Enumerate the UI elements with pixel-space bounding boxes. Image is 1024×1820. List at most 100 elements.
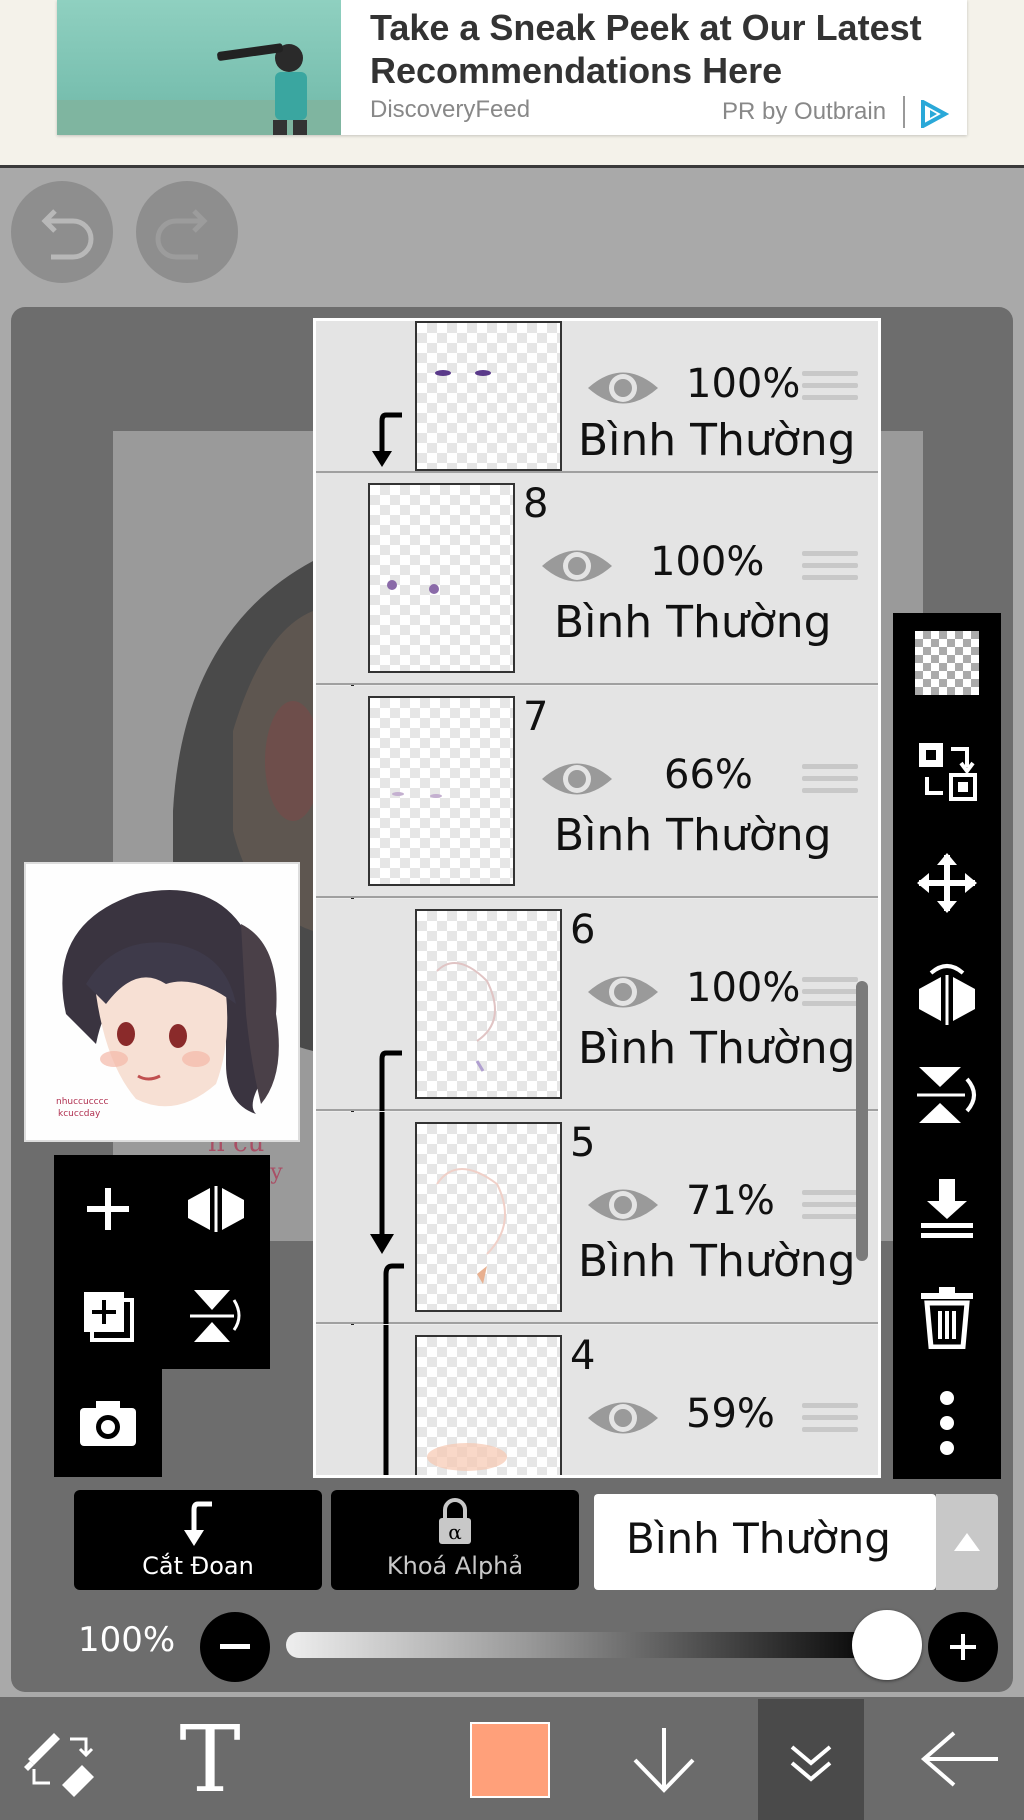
text-tool-button[interactable]: T [160, 1697, 260, 1820]
layer-tools-grid-bottom [54, 1369, 162, 1477]
visibility-eye-icon[interactable] [586, 1395, 660, 1441]
minus-icon [220, 1644, 250, 1649]
move-down-button[interactable] [614, 1697, 714, 1820]
camera-import-button[interactable] [54, 1369, 162, 1476]
move-layer-button[interactable] [893, 833, 1001, 933]
text-tool-icon: T [179, 1719, 240, 1799]
layer-opacity: 66% [664, 752, 753, 798]
double-chevron-down-icon [790, 1745, 832, 1782]
layer-list-scrollbar[interactable] [856, 981, 868, 1261]
visibility-eye-icon[interactable] [540, 756, 614, 802]
swap-layer-button[interactable] [893, 721, 1001, 821]
layer-row[interactable]: 5 71% Bình Thường [316, 1112, 878, 1324]
ad-banner[interactable]: Take a Sneak Peek at Our Latest Recommen… [0, 0, 1024, 168]
triangle-up-icon [954, 1533, 980, 1551]
drag-handle-icon[interactable] [802, 1190, 858, 1220]
drag-handle-icon[interactable] [802, 371, 858, 401]
flip-horizontal-icon [919, 964, 975, 1025]
ad-card[interactable]: Take a Sneak Peek at Our Latest Recommen… [57, 0, 967, 135]
more-options-button[interactable] [893, 1373, 1001, 1473]
ad-image[interactable] [57, 0, 341, 135]
layer-opacity: 100% [650, 539, 765, 585]
delete-layer-button[interactable] [893, 1267, 1001, 1367]
ad-divider [903, 96, 905, 128]
blend-mode-select[interactable]: Bình Thường [594, 1494, 936, 1590]
drag-handle-icon[interactable] [802, 764, 858, 794]
canvas-preview-thumbnail[interactable]: nhuccucccc kcuccday [24, 862, 300, 1142]
trash-icon [921, 1287, 973, 1349]
current-color-swatch[interactable] [470, 1722, 550, 1798]
layer-thumbnail[interactable] [415, 1122, 562, 1312]
layer-opacity: 100% [686, 965, 801, 1011]
back-button[interactable] [910, 1697, 1010, 1820]
layer-list-panel[interactable]: 100% Bình Thường 8 100% Bình Thường 7 66… [313, 318, 881, 1478]
visibility-eye-icon[interactable] [586, 1182, 660, 1228]
visibility-eye-icon[interactable] [586, 969, 660, 1015]
plus-icon [87, 1187, 129, 1230]
opacity-slider-track[interactable] [286, 1632, 888, 1658]
right-toolbar [893, 613, 1001, 1479]
ad-title[interactable]: Take a Sneak Peek at Our Latest Recommen… [370, 6, 960, 92]
layer-thumbnail[interactable] [415, 321, 562, 471]
layer-row[interactable]: 4 59% [316, 1325, 878, 1475]
undo-icon [41, 209, 94, 260]
layer-thumbnail-art [387, 580, 439, 594]
opacity-decrease-button[interactable] [200, 1612, 270, 1682]
layer-blend-mode: Bình Thường [578, 1023, 856, 1074]
flip-vertical-icon [917, 1067, 976, 1123]
layer-thumbnail[interactable] [368, 696, 515, 886]
redo-icon [155, 209, 208, 260]
opacity-slider-knob[interactable] [852, 1610, 922, 1680]
layer-row[interactable]: 7 66% Bình Thường [316, 686, 878, 898]
lock-alpha-button[interactable]: α Khoá Alphả [331, 1490, 579, 1590]
swap-icon [919, 743, 977, 801]
blend-mode-value: Bình Thường [626, 1514, 891, 1563]
flip-layer-horizontal-button[interactable] [162, 1155, 270, 1262]
visibility-eye-icon[interactable] [540, 543, 614, 589]
flip-vertical-button[interactable] [893, 1045, 1001, 1145]
layer-row[interactable]: 6 100% Bình Thường [316, 899, 878, 1111]
svg-text:kcuccday: kcuccday [58, 1109, 101, 1119]
layer-thumbnail[interactable] [368, 483, 515, 673]
undo-button[interactable] [11, 181, 113, 283]
brush-eraser-toggle-button[interactable] [10, 1697, 110, 1820]
layer-blend-mode: Bình Thường [578, 1236, 856, 1287]
visibility-eye-icon[interactable] [586, 365, 660, 411]
adchoices-icon[interactable] [919, 100, 949, 128]
drag-handle-icon[interactable] [802, 551, 858, 581]
drag-handle-icon[interactable] [802, 1403, 858, 1433]
camera-icon [80, 1400, 136, 1446]
clip-arrow-icon [372, 412, 402, 467]
duplicate-layer-button[interactable] [54, 1262, 162, 1369]
svg-text:α: α [448, 1520, 462, 1544]
more-vertical-icon [940, 1391, 954, 1455]
arrow-down-icon [633, 1727, 695, 1793]
ad-sponsor-label[interactable]: PR by Outbrain [722, 98, 886, 126]
layer-blend-mode: Bình Thường [578, 415, 856, 466]
layer-number: 6 [570, 907, 596, 953]
flip-horizontal-icon [188, 1185, 244, 1232]
layer-thumbnail-art [427, 1443, 507, 1471]
clipping-button[interactable]: Cắt Đoan [74, 1490, 322, 1590]
duplicate-layer-icon [84, 1291, 134, 1342]
layer-thumbnail-art [436, 962, 496, 1072]
flip-layer-vertical-button[interactable] [162, 1262, 270, 1369]
new-transparent-layer-button[interactable] [893, 613, 1001, 713]
merge-down-button[interactable] [893, 1157, 1001, 1257]
add-layer-button[interactable] [54, 1155, 162, 1262]
layer-number: 7 [523, 694, 549, 740]
layer-thumbnail[interactable] [415, 1335, 562, 1475]
opacity-increase-button[interactable] [928, 1612, 998, 1682]
blend-mode-dropdown-button[interactable] [936, 1494, 998, 1590]
layer-row[interactable]: 100% Bình Thường [316, 321, 878, 473]
layer-thumbnail[interactable] [415, 909, 562, 1099]
drag-handle-icon[interactable] [802, 977, 858, 1007]
svg-text:nhuccucccc: nhuccucccc [56, 1097, 109, 1107]
opacity-value: 100% [78, 1620, 176, 1660]
clipping-label: Cắt Đoan [142, 1552, 254, 1580]
layers-panel-toggle-button[interactable] [758, 1699, 864, 1820]
clip-arrow-icon [379, 1050, 402, 1111]
flip-horizontal-button[interactable] [893, 945, 1001, 1045]
redo-button[interactable] [136, 181, 238, 283]
layer-row[interactable]: 8 100% Bình Thường [316, 473, 878, 685]
